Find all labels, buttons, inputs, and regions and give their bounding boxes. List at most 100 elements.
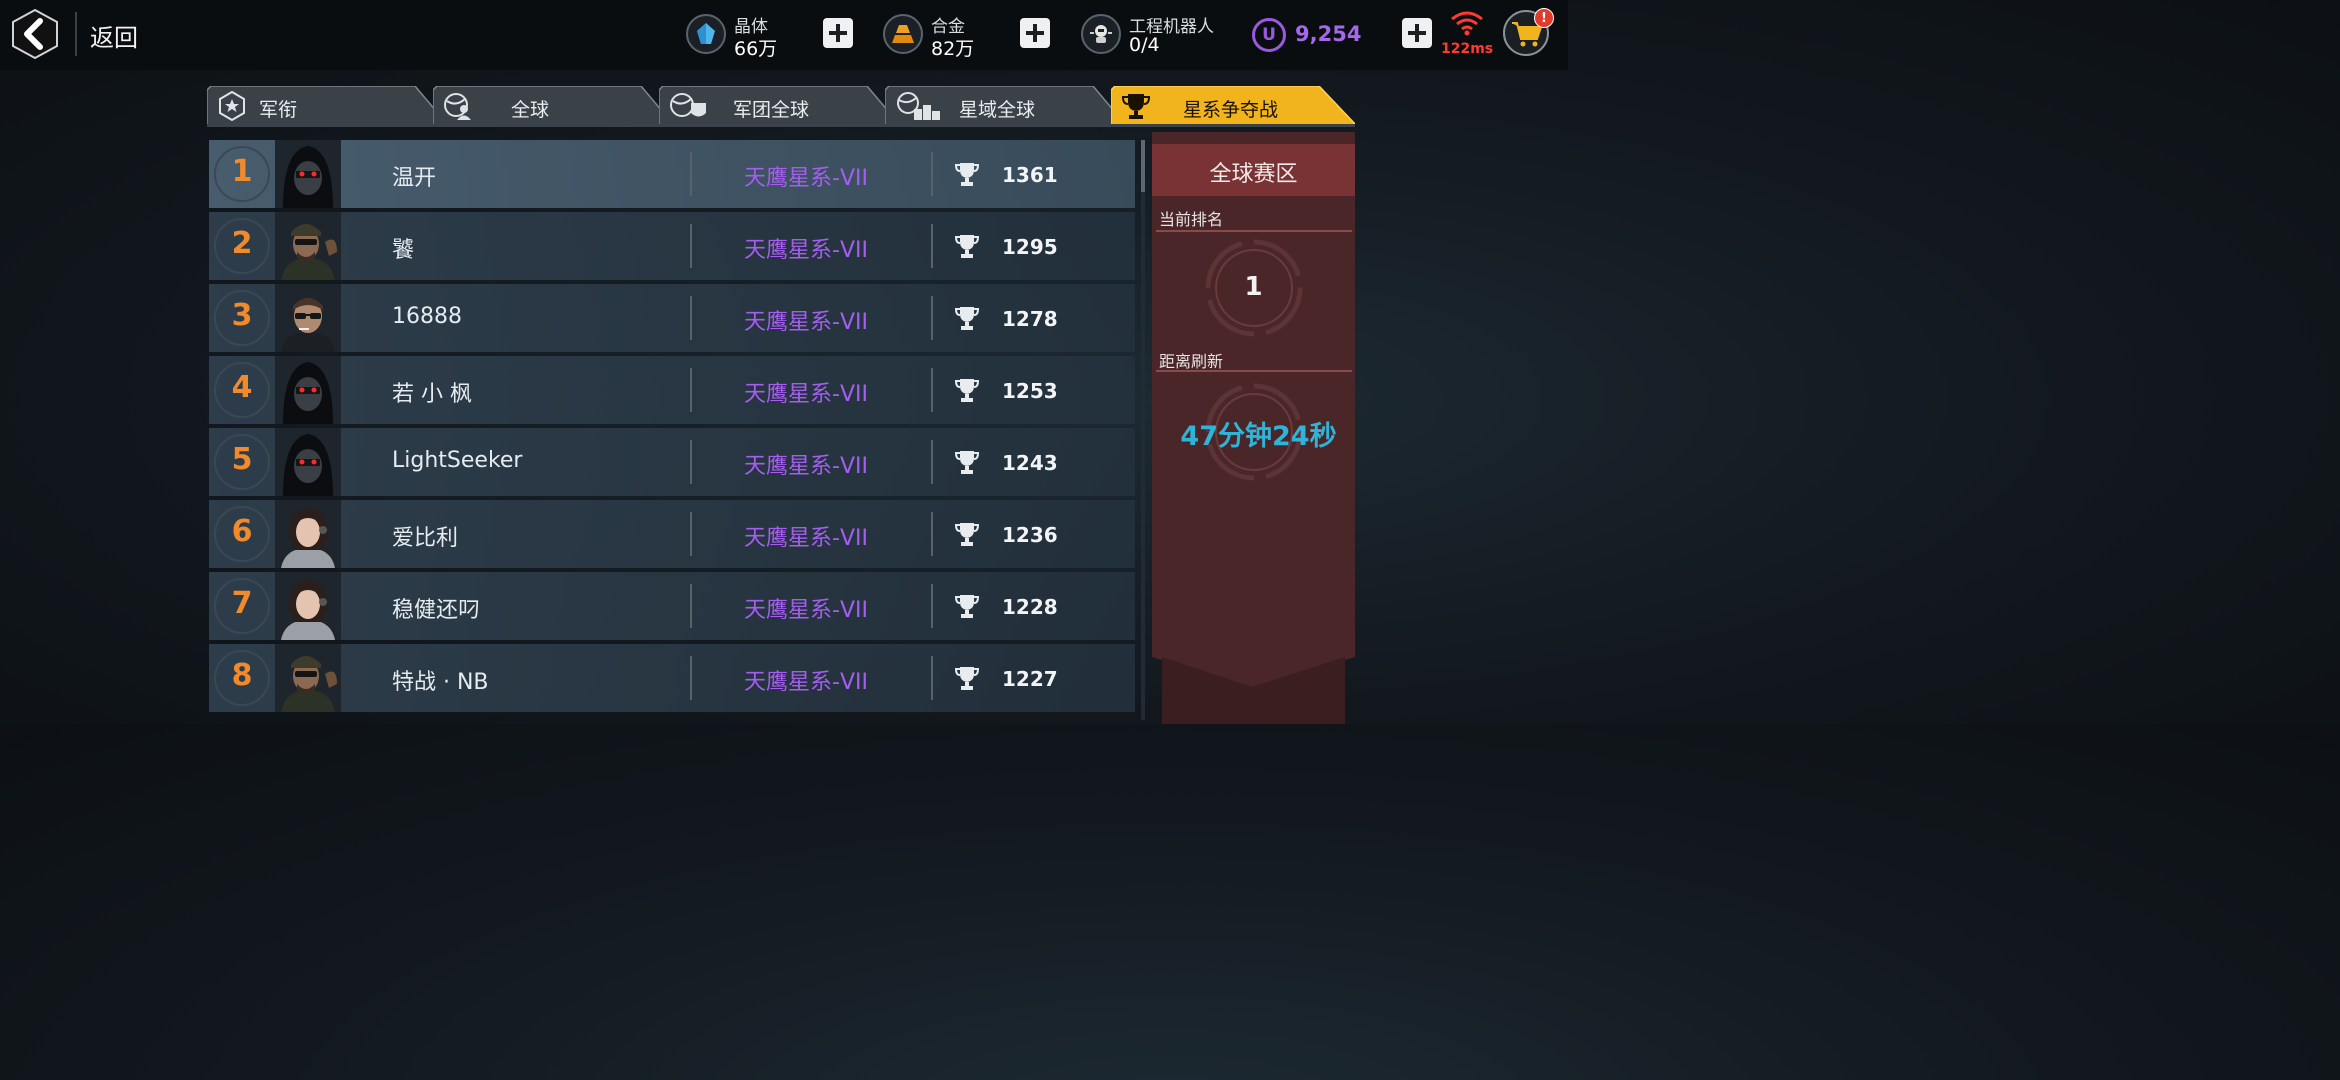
score-value: 1253 <box>1002 379 1058 403</box>
hooded-avatar <box>275 356 341 424</box>
trophy-icon <box>955 523 979 546</box>
robot-value: 0/4 <box>1129 34 1160 56</box>
leaderboard-row[interactable]: 2 饕 天鹰星系-VII 1295 <box>209 212 1135 280</box>
trophy-icon <box>955 667 979 690</box>
alloy-icon <box>883 14 923 54</box>
column-separator <box>931 440 933 484</box>
player-name: LightSeeker <box>392 448 523 473</box>
column-separator <box>690 368 692 412</box>
tab-starfield-global-label: 星域全球 <box>959 99 1036 121</box>
trophy-icon <box>955 595 979 618</box>
soldier-avatar <box>275 644 341 712</box>
column-separator <box>690 296 692 340</box>
top-divider <box>75 12 77 56</box>
robot-icon <box>1081 14 1121 54</box>
player-name: 特战 · NB <box>392 670 489 695</box>
refresh-countdown: 47分钟24秒 <box>1180 421 1337 452</box>
score-value: 1228 <box>1002 595 1058 619</box>
column-separator <box>931 224 933 268</box>
hooded-avatar <box>275 140 341 208</box>
column-separator <box>690 584 692 628</box>
score-value: 1295 <box>1002 235 1058 259</box>
column-separator <box>931 584 933 628</box>
score-value: 1243 <box>1002 451 1058 475</box>
tab-global[interactable]: 全球 <box>433 86 673 126</box>
tab-legion-global-label: 军团全球 <box>733 99 810 121</box>
alloy-resource: 合金 82万 <box>883 10 1023 60</box>
column-separator <box>690 224 692 268</box>
score-value: 1361 <box>1002 163 1058 187</box>
trophy-icon <box>955 163 979 186</box>
robot-resource: 工程机器人 0/4 <box>1081 10 1241 60</box>
back-label[interactable]: 返回 <box>90 18 138 53</box>
globe-shield-icon <box>670 93 706 117</box>
ping-value: 122ms <box>1441 41 1494 57</box>
add-currency-button[interactable] <box>1402 18 1432 48</box>
trophy-icon <box>955 235 979 258</box>
rank-number: 4 <box>231 370 253 405</box>
column-separator <box>690 440 692 484</box>
panel-title: 全球赛区 <box>1209 162 1298 187</box>
panel-divider <box>1156 370 1352 372</box>
galaxy-name: 天鹰星系-VII <box>744 598 868 623</box>
trophy-icon <box>1121 94 1151 119</box>
column-separator <box>690 512 692 556</box>
globe-player-icon <box>444 93 471 120</box>
rank-number: 6 <box>231 514 253 549</box>
leaderboard-row[interactable]: 8 特战 · NB 天鹰星系-VII 1227 <box>209 644 1135 712</box>
alloy-value: 82万 <box>931 38 975 60</box>
player-name: 稳健还叼 <box>392 598 481 623</box>
sunglasses-avatar <box>275 284 341 352</box>
galaxy-name: 天鹰星系-VII <box>744 166 868 191</box>
column-separator <box>931 368 933 412</box>
crystal-value: 66万 <box>734 38 778 60</box>
leaderboard-row[interactable]: 5 LightSeeker 天鹰星系-VII 1243 <box>209 428 1135 496</box>
list-scrollbar[interactable] <box>1141 140 1145 720</box>
galaxy-name: 天鹰星系-VII <box>744 238 868 263</box>
column-separator <box>690 152 692 196</box>
list-scroll-thumb[interactable] <box>1141 140 1145 192</box>
tab-starfield-global[interactable]: 星域全球 <box>885 86 1125 126</box>
region-info-panel: 全球赛区 当前排名 1 距离刷新 47分钟24秒 <box>1152 132 1355 724</box>
column-separator <box>931 296 933 340</box>
crystal-icon <box>686 14 726 54</box>
leaderboard-row[interactable]: 3 16888 天鹰星系-VII 1278 <box>209 284 1135 352</box>
back-button[interactable] <box>10 8 60 60</box>
score-value: 1227 <box>1002 667 1058 691</box>
leaderboard-row[interactable]: 1 温开 天鹰星系-VII 1361 <box>209 140 1135 208</box>
panel-divider <box>1156 230 1352 232</box>
add-alloy-button[interactable] <box>1020 18 1050 48</box>
hooded-avatar <box>275 428 341 496</box>
u-currency-icon: U <box>1252 18 1286 52</box>
rank-number: 8 <box>231 658 253 693</box>
player-name: 若 小 枫 <box>392 382 472 407</box>
female-avatar <box>275 500 341 568</box>
leaderboard-row[interactable]: 4 若 小 枫 天鹰星系-VII 1253 <box>209 356 1135 424</box>
rank-number: 3 <box>231 298 253 333</box>
tab-galaxy-battle-label: 星系争夺战 <box>1183 99 1279 121</box>
current-rank-value: 1 <box>1244 272 1263 302</box>
soldier-avatar <box>275 212 341 280</box>
score-value: 1278 <box>1002 307 1058 331</box>
rank-badge-icon <box>219 91 245 121</box>
column-separator <box>690 656 692 700</box>
galaxy-name: 天鹰星系-VII <box>744 454 868 479</box>
tab-legion-global[interactable]: 军团全球 <box>659 86 899 126</box>
trophy-icon <box>955 451 979 474</box>
leaderboard-row[interactable]: 7 稳健还叼 天鹰星系-VII 1228 <box>209 572 1135 640</box>
female-avatar <box>275 572 341 640</box>
player-name: 爱比利 <box>392 526 459 551</box>
tab-galaxy-battle[interactable]: 星系争夺战 <box>1111 86 1355 126</box>
leaderboard-row[interactable]: 6 爱比利 天鹰星系-VII 1236 <box>209 500 1135 568</box>
crystal-resource: 晶体 66万 <box>686 10 826 60</box>
tab-rank[interactable]: 军衔 <box>207 86 447 126</box>
tab-rank-label: 军衔 <box>259 99 298 121</box>
cart-notification-badge: ! <box>1534 8 1554 28</box>
top-bar: 返回 晶体 66万 合金 82万 工程机器人 0/4 U 9,254 122ms <box>0 0 1568 70</box>
tab-global-label: 全球 <box>511 99 550 121</box>
refresh-label: 距离刷新 <box>1159 352 1224 371</box>
add-crystal-button[interactable] <box>823 18 853 48</box>
galaxy-name: 天鹰星系-VII <box>744 670 868 695</box>
current-rank-label: 当前排名 <box>1159 210 1224 229</box>
globe-podium-icon <box>897 92 940 120</box>
